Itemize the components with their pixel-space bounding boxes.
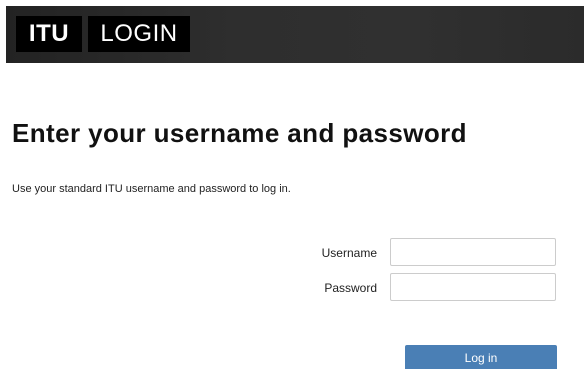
login-page: ITU LOGIN Enter your username and passwo… [0,0,584,369]
password-input[interactable] [390,273,556,301]
username-input[interactable] [390,238,556,266]
page-title: Enter your username and password [12,118,467,148]
login-logo-text: LOGIN [88,16,190,52]
username-label: Username [321,246,377,260]
password-label: Password [324,281,377,295]
site-header: ITU LOGIN [6,6,584,63]
itu-logo[interactable]: ITU [16,16,82,52]
login-instructions: Use your standard ITU username and passw… [12,183,291,195]
login-button[interactable]: Log in [405,345,557,369]
